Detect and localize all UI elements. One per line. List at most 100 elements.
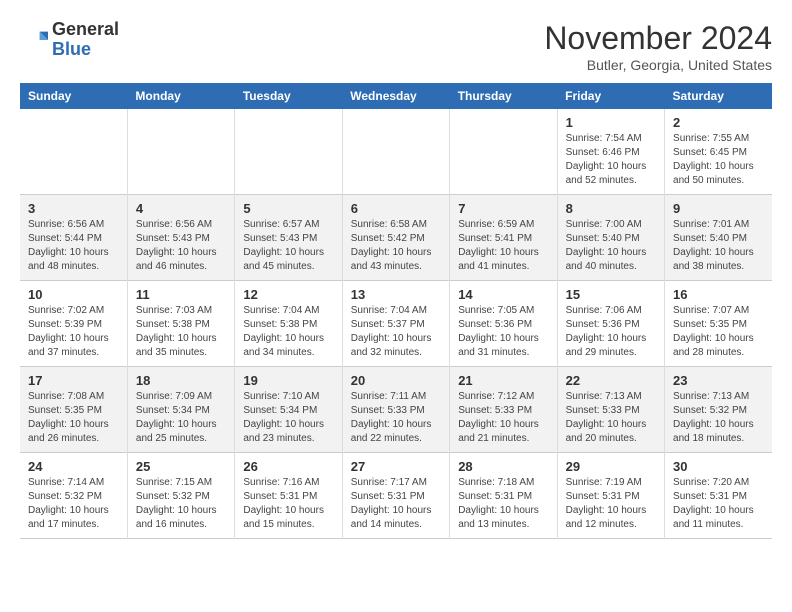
calendar-cell: 16 Sunrise: 7:07 AM Sunset: 5:35 PM Dayli… xyxy=(665,281,772,367)
calendar-cell: 26Sunrise: 7:16 AM Sunset: 5:31 PM Dayli… xyxy=(235,453,342,539)
day-number: 12 xyxy=(243,287,333,302)
calendar-cell xyxy=(235,109,342,195)
page-header: General Blue November 2024 Butler, Georg… xyxy=(20,20,772,73)
calendar-cell: 27 Sunrise: 7:17 AM Sunset: 5:31 PM Dayli… xyxy=(342,453,449,539)
calendar-cell: 21 Sunrise: 7:12 AM Sunset: 5:33 PM Dayli… xyxy=(450,367,557,453)
day-info: Sunrise: 6:59 AM Sunset: 5:41 PM Dayligh… xyxy=(458,218,548,274)
calendar-body: 1Sunrise: 7:54 AM Sunset: 6:46 PM Daylig… xyxy=(20,109,772,539)
day-info: Sunrise: 7:08 AM Sunset: 5:35 PM Dayligh… xyxy=(28,390,119,446)
calendar-header: SundayMondayTuesdayWednesdayThursdayFrid… xyxy=(20,83,772,109)
day-number: 13 xyxy=(351,287,441,302)
calendar-cell: 13 Sunrise: 7:04 AM Sunset: 5:37 PM Dayli… xyxy=(342,281,449,367)
day-info: Sunrise: 7:18 AM Sunset: 5:31 PM Dayligh… xyxy=(458,476,548,532)
calendar-cell: 6Sunrise: 6:58 AM Sunset: 5:42 PM Daylig… xyxy=(342,195,449,281)
day-info: Sunrise: 7:04 AM Sunset: 5:38 PM Dayligh… xyxy=(243,304,333,360)
calendar-cell: 30Sunrise: 7:20 AM Sunset: 5:31 PM Dayli… xyxy=(665,453,772,539)
day-info: Sunrise: 7:06 AM Sunset: 5:36 PM Dayligh… xyxy=(566,304,656,360)
calendar-cell: 28 Sunrise: 7:18 AM Sunset: 5:31 PM Dayli… xyxy=(450,453,557,539)
day-info: Sunrise: 7:54 AM Sunset: 6:46 PM Dayligh… xyxy=(566,132,656,188)
day-info: Sunrise: 7:05 AM Sunset: 5:36 PM Dayligh… xyxy=(458,304,548,360)
day-number: 24 xyxy=(28,459,119,474)
day-info: Sunrise: 7:14 AM Sunset: 5:32 PM Dayligh… xyxy=(28,476,119,532)
day-info: Sunrise: 7:15 AM Sunset: 5:32 PM Dayligh… xyxy=(136,476,226,532)
day-number: 25 xyxy=(136,459,226,474)
calendar-cell: 2 Sunrise: 7:55 AM Sunset: 6:45 PM Daylig… xyxy=(665,109,772,195)
day-number: 23 xyxy=(673,373,764,388)
calendar-week-row: 24 Sunrise: 7:14 AM Sunset: 5:32 PM Dayli… xyxy=(20,453,772,539)
calendar-cell: 20 Sunrise: 7:11 AM Sunset: 5:33 PM Dayli… xyxy=(342,367,449,453)
logo-blue-text: Blue xyxy=(52,40,119,60)
calendar-cell: 11 Sunrise: 7:03 AM Sunset: 5:38 PM Dayli… xyxy=(127,281,234,367)
day-number: 2 xyxy=(673,115,764,130)
day-number: 11 xyxy=(136,287,226,302)
day-info: Sunrise: 7:19 AM Sunset: 5:31 PM Dayligh… xyxy=(566,476,656,532)
day-info: Sunrise: 7:03 AM Sunset: 5:38 PM Dayligh… xyxy=(136,304,226,360)
day-number: 5 xyxy=(243,201,333,216)
day-info: Sunrise: 7:55 AM Sunset: 6:45 PM Dayligh… xyxy=(673,132,764,188)
month-title: November 2024 xyxy=(544,20,772,57)
day-info: Sunrise: 7:12 AM Sunset: 5:33 PM Dayligh… xyxy=(458,390,548,446)
calendar-week-row: 10 Sunrise: 7:02 AM Sunset: 5:39 PM Dayli… xyxy=(20,281,772,367)
calendar-cell: 29 Sunrise: 7:19 AM Sunset: 5:31 PM Dayli… xyxy=(557,453,664,539)
calendar-cell: 7 Sunrise: 6:59 AM Sunset: 5:41 PM Daylig… xyxy=(450,195,557,281)
calendar-cell xyxy=(342,109,449,195)
day-number: 4 xyxy=(136,201,226,216)
weekday-header: Tuesday xyxy=(235,83,342,109)
day-info: Sunrise: 7:02 AM Sunset: 5:39 PM Dayligh… xyxy=(28,304,119,360)
day-number: 27 xyxy=(351,459,441,474)
day-number: 7 xyxy=(458,201,548,216)
calendar-cell: 12 Sunrise: 7:04 AM Sunset: 5:38 PM Dayli… xyxy=(235,281,342,367)
day-number: 14 xyxy=(458,287,548,302)
calendar-week-row: 17Sunrise: 7:08 AM Sunset: 5:35 PM Dayli… xyxy=(20,367,772,453)
calendar-cell: 15Sunrise: 7:06 AM Sunset: 5:36 PM Dayli… xyxy=(557,281,664,367)
day-info: Sunrise: 6:56 AM Sunset: 5:44 PM Dayligh… xyxy=(28,218,119,274)
calendar-cell xyxy=(450,109,557,195)
weekday-header: Friday xyxy=(557,83,664,109)
day-number: 10 xyxy=(28,287,119,302)
day-number: 19 xyxy=(243,373,333,388)
title-area: November 2024 Butler, Georgia, United St… xyxy=(544,20,772,73)
calendar-cell: 14 Sunrise: 7:05 AM Sunset: 5:36 PM Dayli… xyxy=(450,281,557,367)
weekday-row: SundayMondayTuesdayWednesdayThursdayFrid… xyxy=(20,83,772,109)
day-info: Sunrise: 7:01 AM Sunset: 5:40 PM Dayligh… xyxy=(673,218,764,274)
calendar-cell: 17Sunrise: 7:08 AM Sunset: 5:35 PM Dayli… xyxy=(20,367,127,453)
day-number: 29 xyxy=(566,459,656,474)
calendar-cell: 8 Sunrise: 7:00 AM Sunset: 5:40 PM Daylig… xyxy=(557,195,664,281)
weekday-header: Saturday xyxy=(665,83,772,109)
day-number: 9 xyxy=(673,201,764,216)
calendar-cell: 1Sunrise: 7:54 AM Sunset: 6:46 PM Daylig… xyxy=(557,109,664,195)
day-info: Sunrise: 7:00 AM Sunset: 5:40 PM Dayligh… xyxy=(566,218,656,274)
calendar-cell: 4Sunrise: 6:56 AM Sunset: 5:43 PM Daylig… xyxy=(127,195,234,281)
day-number: 16 xyxy=(673,287,764,302)
day-info: Sunrise: 7:09 AM Sunset: 5:34 PM Dayligh… xyxy=(136,390,226,446)
day-number: 3 xyxy=(28,201,119,216)
calendar-cell: 3 Sunrise: 6:56 AM Sunset: 5:44 PM Daylig… xyxy=(20,195,127,281)
calendar-cell xyxy=(20,109,127,195)
calendar-cell: 25 Sunrise: 7:15 AM Sunset: 5:32 PM Dayli… xyxy=(127,453,234,539)
logo: General Blue xyxy=(20,20,119,60)
day-number: 28 xyxy=(458,459,548,474)
day-number: 6 xyxy=(351,201,441,216)
weekday-header: Thursday xyxy=(450,83,557,109)
day-number: 26 xyxy=(243,459,333,474)
day-info: Sunrise: 7:17 AM Sunset: 5:31 PM Dayligh… xyxy=(351,476,441,532)
day-info: Sunrise: 7:07 AM Sunset: 5:35 PM Dayligh… xyxy=(673,304,764,360)
day-number: 18 xyxy=(136,373,226,388)
day-number: 20 xyxy=(351,373,441,388)
day-info: Sunrise: 7:13 AM Sunset: 5:32 PM Dayligh… xyxy=(673,390,764,446)
weekday-header: Sunday xyxy=(20,83,127,109)
day-number: 8 xyxy=(566,201,656,216)
calendar-cell xyxy=(127,109,234,195)
day-info: Sunrise: 7:04 AM Sunset: 5:37 PM Dayligh… xyxy=(351,304,441,360)
calendar-cell: 19Sunrise: 7:10 AM Sunset: 5:34 PM Dayli… xyxy=(235,367,342,453)
weekday-header: Monday xyxy=(127,83,234,109)
calendar-week-row: 3 Sunrise: 6:56 AM Sunset: 5:44 PM Daylig… xyxy=(20,195,772,281)
logo-general-text: General xyxy=(52,20,119,40)
calendar-cell: 18 Sunrise: 7:09 AM Sunset: 5:34 PM Dayli… xyxy=(127,367,234,453)
day-number: 21 xyxy=(458,373,548,388)
calendar-cell: 23 Sunrise: 7:13 AM Sunset: 5:32 PM Dayli… xyxy=(665,367,772,453)
day-info: Sunrise: 7:11 AM Sunset: 5:33 PM Dayligh… xyxy=(351,390,441,446)
weekday-header: Wednesday xyxy=(342,83,449,109)
day-info: Sunrise: 6:57 AM Sunset: 5:43 PM Dayligh… xyxy=(243,218,333,274)
calendar-week-row: 1Sunrise: 7:54 AM Sunset: 6:46 PM Daylig… xyxy=(20,109,772,195)
